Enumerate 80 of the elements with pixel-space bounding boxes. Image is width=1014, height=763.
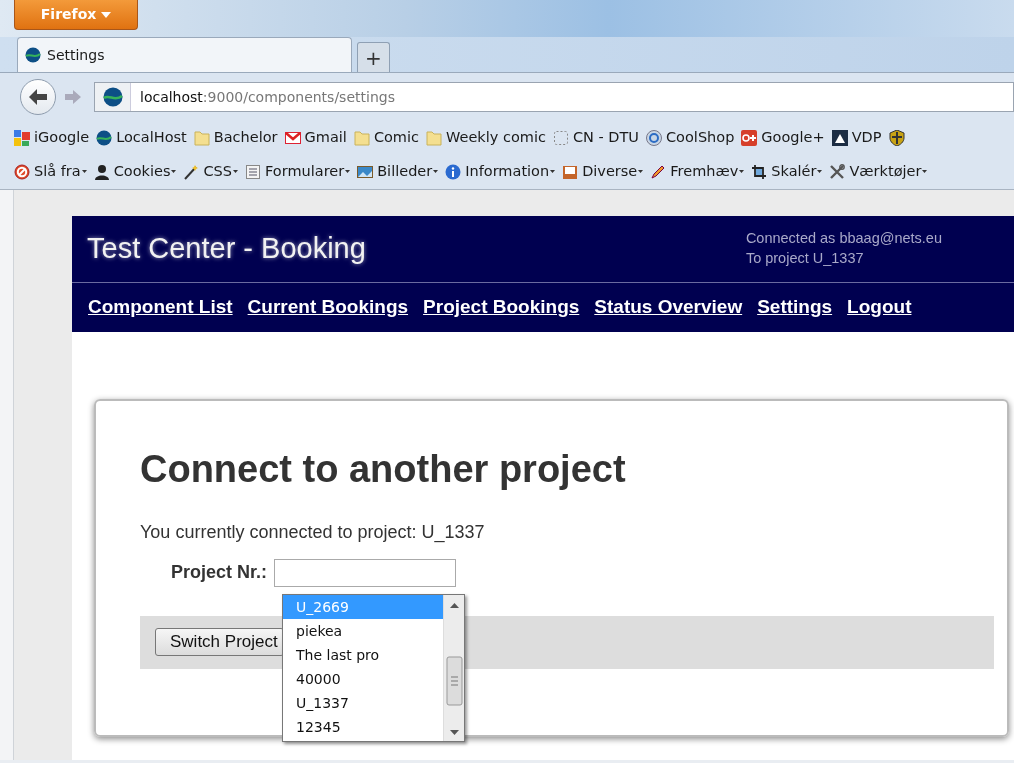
- dashed-square-icon: [552, 130, 569, 146]
- suggestion-item[interactable]: piekea: [283, 619, 443, 643]
- toolbar-menu[interactable]: Skalér: [751, 161, 823, 183]
- prism-icon: [831, 130, 848, 146]
- bookmark-item[interactable]: CoolShop: [646, 127, 735, 149]
- globe-icon: [25, 47, 41, 63]
- app-title: Test Center - Booking: [87, 231, 366, 267]
- user-info: Connected as bbaag@nets.eu: [745, 229, 942, 249]
- caret-icon: [433, 170, 439, 174]
- pencil-icon: [650, 164, 667, 180]
- nav-link[interactable]: Component List: [88, 293, 233, 322]
- bookmark-item[interactable]: iGoogle: [14, 127, 90, 149]
- project-input-field[interactable]: [274, 558, 457, 587]
- caret-icon: [345, 170, 351, 174]
- forward-icon: [65, 90, 81, 104]
- toolbar-menu[interactable]: Slå fra: [14, 161, 87, 183]
- plus-square-icon: [741, 130, 758, 146]
- caret-icon: [922, 170, 928, 174]
- new-tab-button[interactable]: +: [357, 42, 390, 72]
- image-icon: [357, 164, 374, 180]
- nav-link[interactable]: Status Overview: [594, 293, 743, 322]
- crop-icon: [751, 164, 768, 180]
- nav-link[interactable]: Current Bookings: [247, 293, 409, 322]
- address-bar[interactable]: localhost:9000/components/settings: [94, 82, 1014, 112]
- toolbar-menu[interactable]: Information: [445, 161, 556, 183]
- caret-icon: [550, 170, 556, 174]
- folder-icon: [193, 130, 210, 146]
- suggestion-item[interactable]: 40000: [283, 667, 443, 691]
- toolbar-menu[interactable]: Cookies: [93, 161, 177, 183]
- bookmark-item[interactable]: Bachelor: [193, 127, 278, 149]
- info-icon: [445, 164, 462, 180]
- globe-icon: [102, 87, 123, 107]
- caret-icon: [817, 170, 823, 174]
- status-text: You currently connected to project: U_1337: [140, 520, 486, 545]
- caret-icon: [638, 170, 644, 174]
- form-icon: [245, 164, 261, 180]
- browser-tab[interactable]: Settings: [17, 37, 352, 72]
- toolbar-menu[interactable]: Formularer: [245, 161, 351, 183]
- envelope-icon: [284, 130, 301, 146]
- url-text: localhost:9000/components/settings: [139, 87, 395, 107]
- disc-icon: [646, 130, 662, 146]
- bookmark-item[interactable]: Gmail: [284, 127, 347, 149]
- toolbar-menu[interactable]: Værktøjer: [829, 161, 928, 183]
- back-button[interactable]: [20, 79, 56, 115]
- toolbar-menu[interactable]: CSS: [183, 161, 238, 183]
- tools-icon: [829, 164, 846, 180]
- folder-icon: [353, 130, 370, 146]
- toolbar-menu[interactable]: Diverse: [562, 161, 644, 183]
- bookmark-item[interactable]: Weekly comic: [426, 127, 546, 149]
- suggestion-item[interactable]: U_1337: [283, 691, 443, 715]
- caret-icon: [81, 170, 87, 174]
- field-label: Project Nr.:: [171, 561, 268, 585]
- tiles-icon: [14, 130, 30, 146]
- shield-icon[interactable]: [888, 130, 905, 146]
- toolbar-menu[interactable]: Billeder: [357, 161, 439, 183]
- caret-icon: [739, 170, 745, 174]
- bookmark-item[interactable]: CN - DTU: [552, 127, 639, 149]
- suggestion-item[interactable]: 12345: [283, 715, 443, 739]
- switch-project-button[interactable]: Switch Project: [155, 628, 284, 657]
- caret-icon: [233, 170, 238, 174]
- bookmark-item[interactable]: LocalHost: [96, 127, 187, 149]
- toolbar-menu[interactable]: Fremhæv: [650, 161, 745, 183]
- bookmark-item[interactable]: Comic: [353, 127, 419, 149]
- tray-icon: [562, 164, 579, 180]
- nav-link[interactable]: Settings: [757, 293, 833, 322]
- bookmark-item[interactable]: VDP: [831, 127, 882, 149]
- nav-link[interactable]: Logout: [847, 293, 912, 322]
- project-info: To project U_1337: [745, 249, 865, 268]
- nav-link[interactable]: Project Bookings: [423, 293, 580, 322]
- globe-icon: [96, 130, 113, 146]
- folder-icon: [426, 130, 442, 146]
- person-icon: [93, 164, 110, 180]
- page-heading: Connect to another project: [140, 447, 627, 492]
- suggestion-item[interactable]: The last pro: [283, 643, 443, 667]
- caret-icon: [171, 170, 177, 174]
- caret-icon: [101, 12, 112, 18]
- bookmark-item[interactable]: Google+: [741, 127, 825, 149]
- no-entry-icon: [14, 164, 30, 180]
- back-icon: [28, 88, 48, 106]
- wand-icon: [183, 164, 200, 180]
